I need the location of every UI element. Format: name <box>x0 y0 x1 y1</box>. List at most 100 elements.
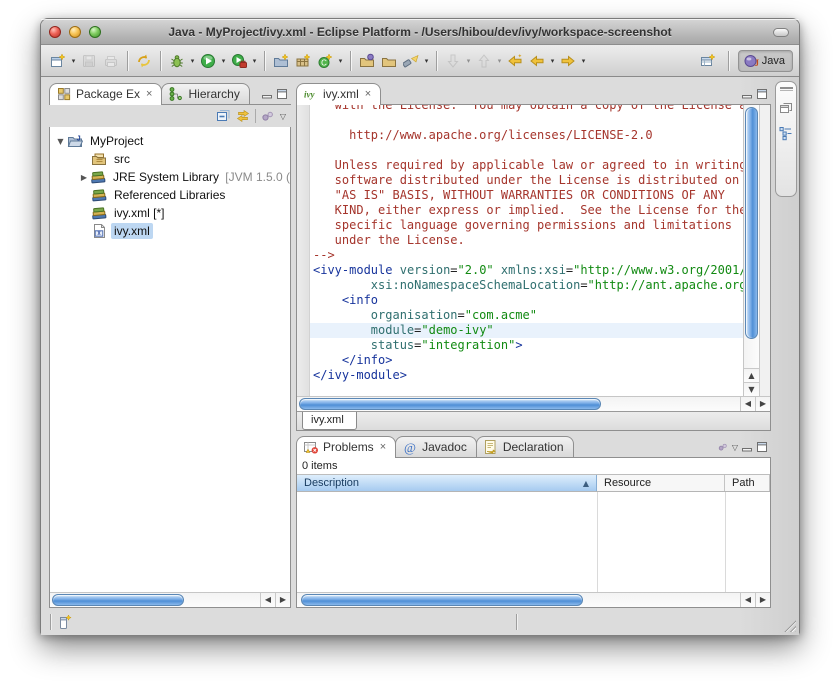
column-header-description[interactable]: Description▲ <box>297 475 597 491</box>
scroll-left-arrow[interactable]: ◀ <box>740 593 755 607</box>
problems-tab-problems[interactable]: Problems× <box>296 436 396 457</box>
tree-item-src[interactable]: src <box>50 150 290 168</box>
search-dropdown[interactable]: ▾ <box>422 57 431 65</box>
editor-vertical-scrollbar[interactable]: ▲ ▼ <box>743 105 759 396</box>
new-wizard-dropdown[interactable]: ▾ <box>69 57 78 65</box>
editor-tab-ivy-xml[interactable]: ivyivy.xml× <box>296 83 381 104</box>
scrollbar-thumb[interactable] <box>52 594 184 606</box>
code-line[interactable]: with the License. You may obtain a copy … <box>310 105 743 113</box>
fast-view-button[interactable] <box>57 614 73 630</box>
open-resource-button[interactable] <box>378 50 400 72</box>
minimize-window-button[interactable] <box>69 26 81 38</box>
problems-horizontal-scrollbar[interactable]: ◀ ▶ <box>297 592 770 607</box>
toolbar-toggle-button[interactable] <box>773 28 789 37</box>
new-wizard-button[interactable] <box>47 50 69 72</box>
tree-expand-arrow[interactable]: ▶ <box>78 173 90 182</box>
forward-button[interactable] <box>557 50 579 72</box>
ivy-resolve-button[interactable] <box>133 50 155 72</box>
tree-item-ivy-xml[interactable]: Xivy.xml <box>50 222 290 240</box>
external-tools-dropdown[interactable]: ▾ <box>250 57 259 65</box>
new-java-project-button[interactable] <box>270 50 292 72</box>
back-button[interactable] <box>526 50 548 72</box>
editor-source-page-tab[interactable]: ivy.xml <box>302 412 357 430</box>
code-line[interactable]: <info <box>310 293 743 308</box>
code-editor[interactable]: with the License. You may obtain a copy … <box>310 105 743 396</box>
code-line[interactable]: KIND, either express or implied. See the… <box>310 203 743 218</box>
titlebar[interactable]: Java - MyProject/ivy.xml - Eclipse Platf… <box>41 19 799 45</box>
restore-view-button[interactable] <box>778 100 794 116</box>
problems-table-body[interactable] <box>297 492 770 592</box>
debug-dropdown[interactable]: ▾ <box>188 57 197 65</box>
scrollbar-thumb[interactable] <box>745 107 758 339</box>
link-with-editor-button[interactable] <box>235 108 251 124</box>
maximize-view-button[interactable] <box>756 441 768 453</box>
scroll-right-arrow[interactable]: ▶ <box>275 593 290 607</box>
close-tab-icon[interactable]: × <box>380 442 386 452</box>
code-line[interactable] <box>310 113 743 128</box>
code-line[interactable] <box>310 143 743 158</box>
minimize-view-button[interactable] <box>741 441 753 453</box>
code-line[interactable]: status="integration"> <box>310 338 743 353</box>
new-java-package-button[interactable] <box>292 50 314 72</box>
view-menu-button[interactable] <box>260 108 276 124</box>
view-menu-dropdown[interactable]: ▽ <box>280 112 286 121</box>
explorer-horizontal-scrollbar[interactable]: ◀ ▶ <box>50 592 290 607</box>
maximize-view-button[interactable] <box>756 88 768 100</box>
scroll-right-arrow[interactable]: ▶ <box>755 397 770 411</box>
outline-view-button[interactable] <box>778 125 794 141</box>
code-line[interactable]: under the License. <box>310 233 743 248</box>
new-java-class-dropdown[interactable]: ▾ <box>336 57 345 65</box>
resize-grip[interactable] <box>783 619 796 632</box>
run-dropdown[interactable]: ▾ <box>219 57 228 65</box>
back-dropdown[interactable]: ▾ <box>548 57 557 65</box>
tree-item-ivy-xml-[interactable]: ivy.xml [*] <box>50 204 290 222</box>
zoom-window-button[interactable] <box>89 26 101 38</box>
forward-dropdown[interactable]: ▾ <box>579 57 588 65</box>
tree-item-referenced-libraries[interactable]: Referenced Libraries <box>50 186 290 204</box>
view-menu-dropdown[interactable]: ▽ <box>732 443 738 452</box>
open-perspective-button[interactable] <box>697 50 719 72</box>
search-button[interactable] <box>400 50 422 72</box>
scroll-right-arrow[interactable]: ▶ <box>755 593 770 607</box>
code-line[interactable]: </ivy-module> <box>310 368 743 383</box>
java-perspective-button[interactable]: J Java <box>738 50 793 72</box>
code-line[interactable]: Unless required by applicable law or agr… <box>310 158 743 173</box>
code-line[interactable]: http://www.apache.org/licenses/LICENSE-2… <box>310 128 743 143</box>
open-type-button[interactable] <box>356 50 378 72</box>
problems-tab-declaration[interactable]: Declaration <box>476 436 574 457</box>
next-annotation-dropdown[interactable]: ▾ <box>464 57 473 65</box>
close-tab-icon[interactable]: × <box>146 89 152 99</box>
minimize-view-button[interactable] <box>261 88 273 100</box>
tree-item-myproject[interactable]: ▼JMyProject <box>50 132 290 150</box>
last-edit-location-button[interactable] <box>504 50 526 72</box>
view-menu-button[interactable] <box>717 441 729 453</box>
explorer-tab-package-ex[interactable]: Package Ex× <box>49 83 162 104</box>
code-line[interactable]: specific language governing permissions … <box>310 218 743 233</box>
minimize-view-button[interactable] <box>741 88 753 100</box>
scroll-left-arrow[interactable]: ◀ <box>740 397 755 411</box>
code-line[interactable]: --> <box>310 248 743 263</box>
scroll-left-arrow[interactable]: ◀ <box>260 593 275 607</box>
code-line[interactable]: </info> <box>310 353 743 368</box>
prev-annotation-dropdown[interactable]: ▾ <box>495 57 504 65</box>
code-line[interactable]: xsi:noNamespaceSchemaLocation="http://an… <box>310 278 743 293</box>
code-line-current[interactable]: module="demo-ivy" <box>310 323 743 338</box>
column-header-resource[interactable]: Resource <box>597 475 725 491</box>
collapse-all-button[interactable] <box>215 108 231 124</box>
column-header-path[interactable]: Path <box>725 475 770 491</box>
maximize-view-button[interactable] <box>276 88 288 100</box>
debug-button[interactable] <box>166 50 188 72</box>
close-tab-icon[interactable]: × <box>365 89 371 99</box>
code-line[interactable]: "AS IS" BASIS, WITHOUT WARRANTIES OR CON… <box>310 188 743 203</box>
scrollbar-thumb[interactable] <box>299 398 601 410</box>
run-button[interactable] <box>197 50 219 72</box>
explorer-tab-hierarchy[interactable]: Hierarchy <box>161 83 249 104</box>
tree-item-jre-system-library[interactable]: ▶JRE System Library [JVM 1.5.0 ( <box>50 168 290 186</box>
editor-horizontal-scrollbar[interactable]: ◀ ▶ <box>297 396 770 411</box>
close-window-button[interactable] <box>49 26 61 38</box>
code-line[interactable]: organisation="com.acme" <box>310 308 743 323</box>
drag-handle[interactable] <box>780 87 793 91</box>
external-tools-button[interactable] <box>228 50 250 72</box>
scrollbar-thumb[interactable] <box>301 594 583 606</box>
new-java-class-button[interactable]: C <box>314 50 336 72</box>
